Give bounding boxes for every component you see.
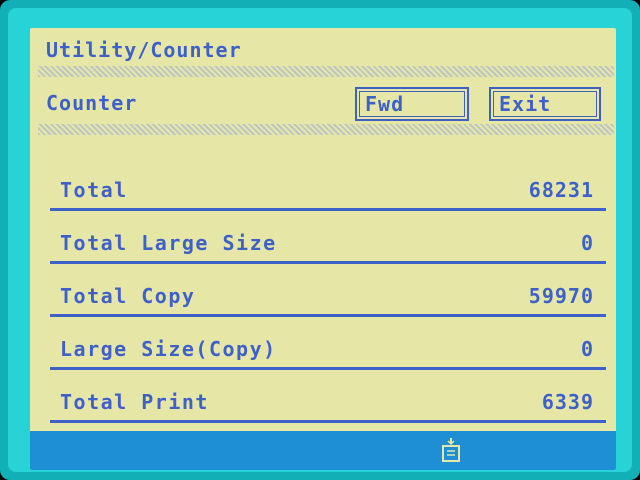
screen-title: Utility/Counter	[46, 38, 242, 62]
counter-label: Total Copy	[60, 284, 196, 308]
fwd-button[interactable]: Fwd	[355, 87, 469, 121]
counter-value: 59970	[528, 284, 594, 308]
hatch-divider-bottom	[38, 124, 614, 135]
hatch-divider-top	[38, 66, 614, 77]
document-tray-icon	[442, 438, 460, 462]
counter-row-large-size-copy: Large Size(Copy) 0	[50, 330, 606, 370]
lcd-screen: Utility/Counter Counter Fwd Exit Total 6…	[30, 28, 616, 470]
counter-label: Total	[60, 178, 128, 202]
counter-value: 0	[580, 231, 594, 255]
counter-row-total-large-size: Total Large Size 0	[50, 224, 606, 264]
bezel-inner: Utility/Counter Counter Fwd Exit Total 6…	[8, 8, 632, 472]
counter-value: 68231	[528, 178, 594, 202]
counter-label: Large Size(Copy)	[60, 337, 277, 361]
counter-label: Total Large Size	[60, 231, 277, 255]
header-label: Counter	[46, 91, 138, 115]
exit-button[interactable]: Exit	[489, 87, 601, 121]
status-bar	[30, 431, 616, 470]
device-bezel: Utility/Counter Counter Fwd Exit Total 6…	[0, 0, 640, 480]
counter-label: Total Print	[60, 390, 209, 414]
counter-row-total: Total 68231	[50, 171, 606, 211]
counter-row-total-print: Total Print 6339	[50, 383, 606, 423]
counter-row-total-copy: Total Copy 59970	[50, 277, 606, 317]
counter-value: 0	[580, 337, 594, 361]
header-bar: Counter Fwd Exit	[38, 77, 614, 124]
counter-value: 6339	[541, 390, 594, 414]
